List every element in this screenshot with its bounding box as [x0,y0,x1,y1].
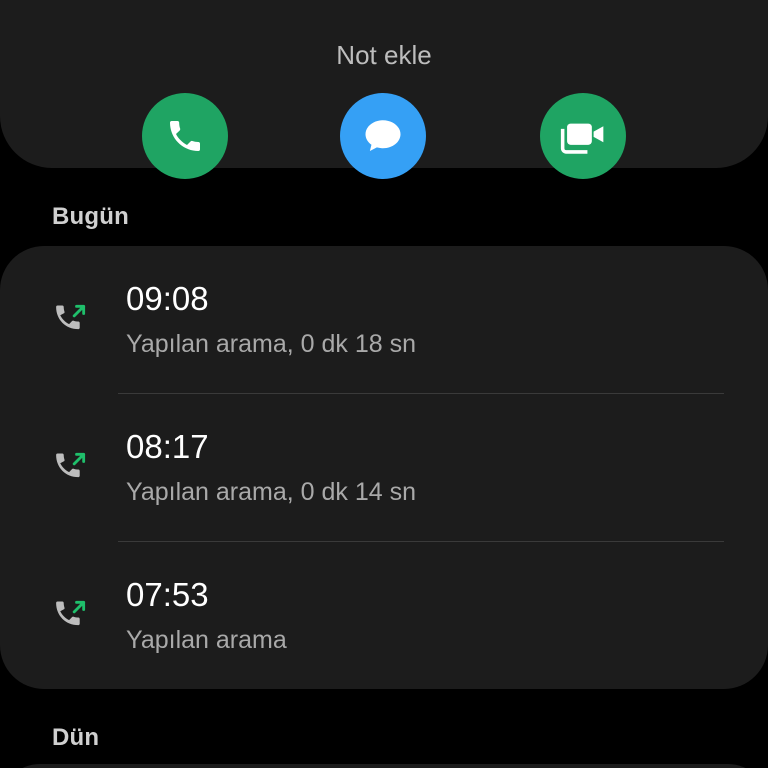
call-description: Yapılan arama, 0 dk 18 sn [126,330,416,358]
call-time: 07:53 [126,576,209,613]
video-camera-icon [560,123,604,154]
outgoing-call-icon [56,452,86,478]
outgoing-call-icon [56,304,86,330]
call-description: Yapılan arama [126,626,287,654]
section-header-today: Bugün [52,203,129,230]
call-log-row[interactable]: 08:17 Yapılan arama, 0 dk 14 sn [0,394,768,542]
call-time: 09:08 [126,280,209,317]
call-history-screen: Not ekle Bugün 09:08 Yapılan arama, 0 dk… [0,0,768,768]
call-log-card-yesterday [0,764,768,768]
chat-bubble-icon [365,120,401,152]
section-header-yesterday: Dün [52,724,100,751]
message-button[interactable] [340,93,426,179]
call-time: 08:17 [126,428,209,465]
call-log-row[interactable]: 07:53 Yapılan arama [0,542,768,690]
phone-icon [170,121,200,151]
contact-note-text[interactable]: Not ekle [0,42,768,68]
call-log-row[interactable]: 09:08 Yapılan arama, 0 dk 18 sn [0,246,768,394]
video-call-button[interactable] [540,93,626,179]
call-button[interactable] [142,93,228,179]
outgoing-call-icon [56,600,86,626]
call-description: Yapılan arama, 0 dk 14 sn [126,478,416,506]
call-log-card: 09:08 Yapılan arama, 0 dk 18 sn 08:17 Ya… [0,246,768,689]
